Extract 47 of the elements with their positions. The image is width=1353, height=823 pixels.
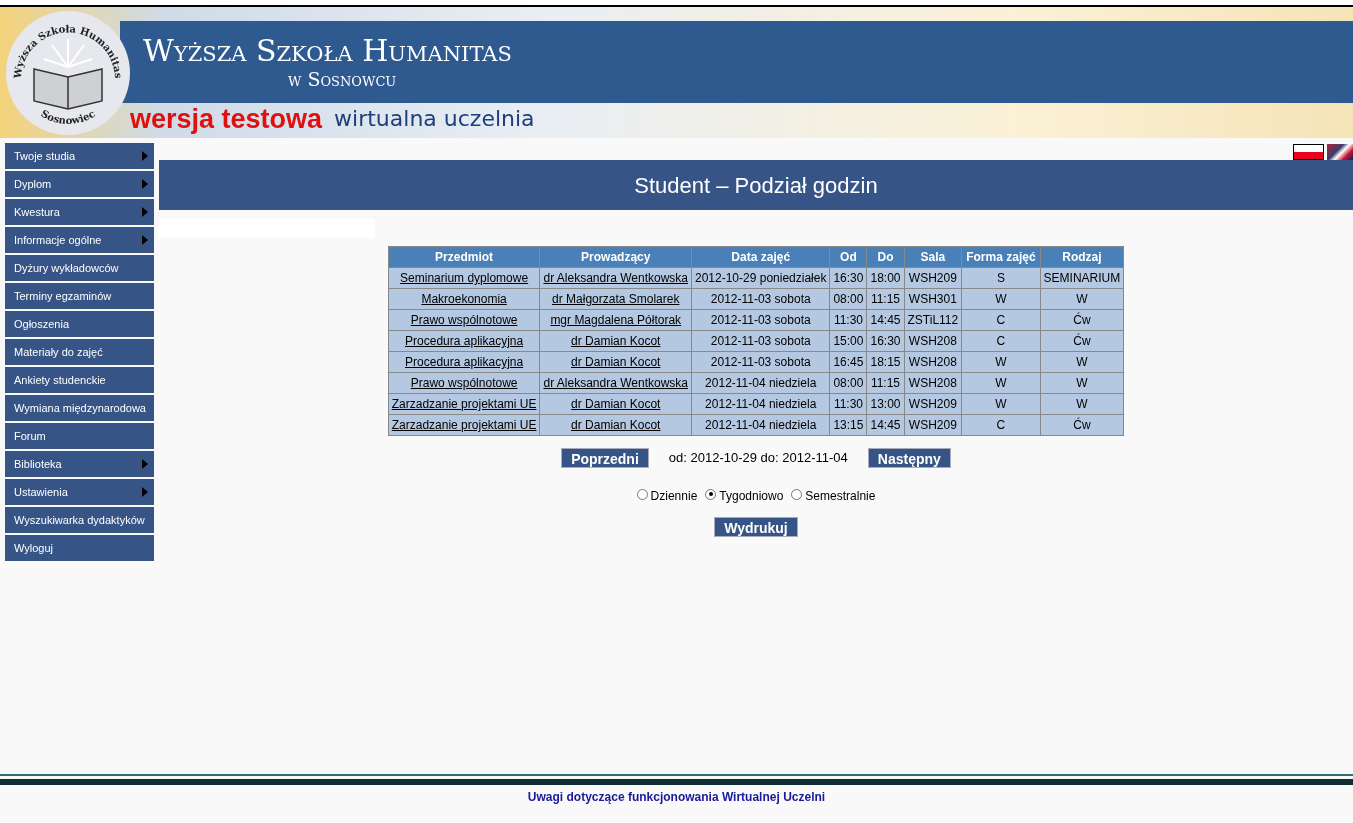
submenu-arrow-icon [142, 459, 148, 469]
sidebar-item[interactable]: Twoje studia [5, 143, 154, 169]
radio-button[interactable] [636, 488, 648, 500]
sidebar-item[interactable]: Dyplom [5, 171, 154, 197]
column-header: Prowadzący [540, 246, 692, 268]
submenu-arrow-icon [142, 179, 148, 189]
next-button[interactable]: Następny [867, 448, 951, 468]
school-location: w Sosnowcu [288, 69, 398, 89]
sidebar-item[interactable]: Kwestura [5, 199, 154, 225]
school-name: Wyższa Szkoła Humanitas [143, 33, 512, 69]
sidebar-item[interactable]: Ankiety studenckie [5, 367, 154, 393]
column-header: Forma zajęć [961, 246, 1041, 268]
radio-button[interactable] [705, 488, 717, 500]
sidebar-item[interactable]: Wyszukiwarka dydaktyków [5, 507, 154, 533]
polish-flag-icon[interactable] [1293, 144, 1324, 160]
sidebar-item[interactable]: Wyloguj [5, 535, 154, 561]
sidebar-item[interactable]: Biblioteka [5, 451, 154, 477]
submenu-arrow-icon [142, 487, 148, 497]
column-header: Od [829, 246, 867, 268]
test-version-label: wersja testowa [130, 103, 323, 135]
page-title: Student – Podział godzin [634, 171, 878, 200]
footer-link[interactable]: Uwagi dotyczące funkcjonowania Wirtualnej Uczelni [527, 788, 826, 806]
column-header: Sala [904, 246, 962, 268]
sidebar-item[interactable]: Ogłoszenia [5, 311, 154, 337]
column-header: Do [866, 246, 904, 268]
previous-button[interactable]: Poprzedni [561, 448, 649, 468]
sidebar-item[interactable]: Wymiana międzynarodowa [5, 395, 154, 421]
column-header: Data zajęć [691, 246, 830, 268]
submenu-arrow-icon [142, 235, 148, 245]
tagline: wirtualna uczelnia [334, 105, 535, 133]
sidebar-item[interactable]: Ustawienia [5, 479, 154, 505]
radio-label: Dziennie [650, 488, 698, 505]
sidebar-item[interactable]: Terminy egzaminów [5, 283, 154, 309]
sidebar-item[interactable]: Informacje ogólne [5, 227, 154, 253]
sidebar-item[interactable]: Materiały do zajęć [5, 339, 154, 365]
column-header: Przedmiot [388, 246, 540, 268]
submenu-arrow-icon [142, 207, 148, 217]
radio-button[interactable] [791, 488, 803, 500]
date-range: od: 2012-10-29 do: 2012-11-04 [667, 449, 849, 468]
column-header: Rodzaj [1040, 246, 1124, 268]
radio-label: Tygodniowo [719, 488, 784, 505]
print-button[interactable]: Wydrukuj [714, 517, 798, 537]
sidebar-item[interactable]: Dyżury wykładowców [5, 255, 154, 281]
submenu-arrow-icon [142, 151, 148, 161]
sidebar-item[interactable]: Forum [5, 423, 154, 449]
radio-label: Semestralnie [805, 488, 876, 505]
english-flag-icon[interactable] [1327, 144, 1353, 160]
